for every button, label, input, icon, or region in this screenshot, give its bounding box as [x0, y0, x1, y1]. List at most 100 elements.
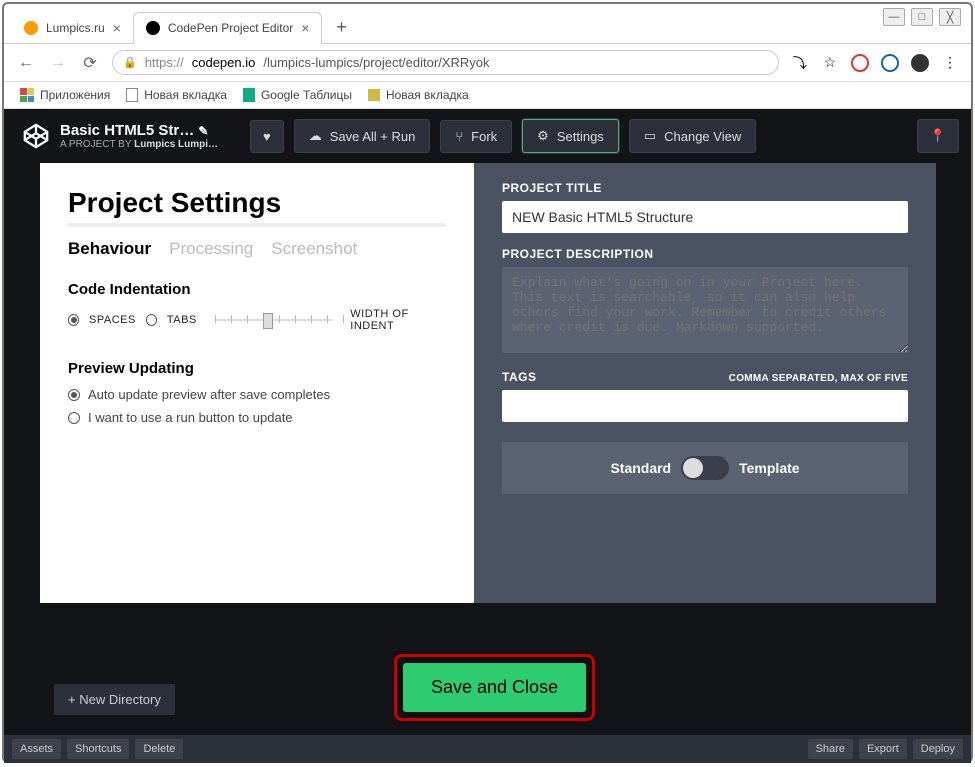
tab-close-icon[interactable]: × — [113, 20, 121, 36]
url-path: /lumpics-lumpics/project/editor/XRRyok — [263, 55, 489, 70]
tags-label: TAGS — [502, 370, 536, 384]
bookmark-label: Новая вкладка — [386, 88, 469, 102]
run-button-radio[interactable] — [68, 412, 80, 424]
delete-button[interactable]: Delete — [135, 739, 183, 759]
run-button-label: I want to use a run button to update — [88, 410, 293, 425]
project-by-label: A PROJECT BY — [60, 139, 134, 150]
pin-button[interactable]: 📍 — [917, 119, 959, 153]
new-directory-button[interactable]: + New Directory — [54, 684, 175, 715]
button-label: Settings — [557, 129, 604, 144]
window-minimize-button[interactable]: — — [883, 8, 905, 26]
back-button[interactable]: ← — [16, 54, 36, 72]
modal-tabs: Behaviour Processing Screenshot — [68, 239, 446, 259]
bookmark-label: Новая вкладка — [144, 88, 227, 102]
address-input[interactable]: 🔒 https:// codepen.io/lumpics-lumpics/pro… — [112, 50, 779, 75]
edit-title-icon[interactable]: ✎ — [198, 124, 208, 138]
auto-update-radio[interactable] — [68, 389, 80, 401]
assets-button[interactable]: Assets — [12, 739, 61, 759]
favicon-icon — [146, 21, 160, 35]
page-icon — [368, 89, 380, 101]
layout-icon: ▭ — [644, 128, 656, 144]
button-label: Fork — [471, 129, 497, 144]
url-scheme: https:// — [145, 55, 184, 70]
tab-close-icon[interactable]: × — [301, 20, 309, 36]
shortcuts-button[interactable]: Shortcuts — [67, 739, 129, 759]
window-close-button[interactable]: ╳ — [939, 8, 961, 26]
apps-icon — [20, 88, 34, 102]
globe-icon[interactable] — [881, 54, 899, 72]
bookmarks-bar: Приложения Новая вкладка Google Таблицы … — [4, 82, 971, 109]
cloud-icon: ☁ — [309, 128, 322, 144]
button-label: Save All + Run — [330, 129, 416, 144]
project-title-input[interactable] — [502, 201, 908, 233]
share-button[interactable]: Share — [808, 739, 853, 759]
tags-input[interactable] — [502, 390, 908, 422]
auto-update-label: Auto update preview after save completes — [88, 387, 330, 402]
tab-title: CodePen Project Editor — [168, 21, 293, 35]
bookmark-item[interactable]: Новая вкладка — [368, 88, 469, 102]
width-of-indent-label: WIDTH OF INDENT — [350, 308, 446, 332]
translate-icon[interactable]: ⤵ — [791, 54, 809, 72]
save-all-run-button[interactable]: ☁ Save All + Run — [294, 119, 431, 153]
bookmark-item[interactable]: Google Таблицы — [243, 88, 352, 102]
settings-button[interactable]: ⚙Settings — [522, 119, 619, 153]
spaces-radio[interactable] — [68, 314, 79, 326]
codepen-header: Basic HTML5 Str… ✎ A PROJECT BY Lumpics … — [4, 109, 971, 163]
heart-icon: ♥ — [263, 129, 271, 144]
opera-icon[interactable] — [851, 54, 869, 72]
apps-button[interactable]: Приложения — [20, 88, 110, 102]
bookmark-item[interactable]: Новая вкладка — [126, 88, 227, 102]
browser-menu-icon[interactable]: ⋮ — [941, 54, 959, 72]
pin-icon: 📍 — [930, 128, 946, 144]
document-icon — [126, 88, 138, 102]
tab-behaviour[interactable]: Behaviour — [68, 239, 151, 259]
bookmark-label: Google Таблицы — [261, 88, 352, 102]
url-host: codepen.io — [192, 55, 256, 70]
modal-title: Project Settings — [68, 187, 446, 219]
author-link[interactable]: Lumpics Lumpi… — [134, 139, 218, 150]
template-toggle[interactable] — [681, 456, 729, 480]
slider-thumb[interactable] — [263, 313, 273, 329]
fork-icon: ⑂ — [455, 129, 463, 144]
tab-lumpics[interactable]: Lumpics.ru × — [12, 12, 133, 44]
bookmark-star-icon[interactable]: ☆ — [821, 54, 839, 72]
url-bar: ← → ⟳ 🔒 https:// codepen.io/lumpics-lumpi… — [4, 44, 971, 82]
like-button[interactable]: ♥ — [250, 120, 284, 153]
bottom-toolbar: Assets Shortcuts Delete Share Export Dep… — [4, 735, 971, 763]
project-description-label: PROJECT DESCRIPTION — [502, 247, 908, 261]
project-title: Basic HTML5 Str… — [60, 122, 194, 139]
project-settings-modal: Project Settings Behaviour Processing Sc… — [40, 163, 936, 603]
new-tab-button[interactable]: + — [328, 15, 354, 41]
sheets-icon — [243, 88, 255, 102]
browser-tabs: Lumpics.ru × CodePen Project Editor × + — [4, 4, 971, 44]
project-description-textarea[interactable] — [502, 267, 908, 353]
tab-processing[interactable]: Processing — [169, 239, 253, 259]
code-indentation-heading: Code Indentation — [68, 281, 446, 298]
tab-screenshot[interactable]: Screenshot — [271, 239, 357, 259]
fork-button[interactable]: ⑂ Fork — [440, 120, 512, 153]
project-title-label: PROJECT TITLE — [502, 181, 908, 195]
divider — [68, 223, 446, 227]
tabs-radio[interactable] — [146, 314, 157, 326]
preview-updating-heading: Preview Updating — [68, 360, 446, 377]
window-maximize-button[interactable]: □ — [911, 8, 933, 26]
tab-codepen[interactable]: CodePen Project Editor × — [133, 12, 323, 44]
favicon-icon — [24, 21, 38, 35]
indent-width-slider[interactable] — [215, 311, 332, 329]
tab-title: Lumpics.ru — [46, 21, 105, 35]
save-close-highlight: Save and Close — [394, 654, 595, 721]
lock-icon: 🔒 — [123, 56, 137, 69]
template-label: Template — [739, 460, 799, 476]
forward-button[interactable]: → — [48, 54, 68, 72]
reload-button[interactable]: ⟳ — [80, 53, 100, 73]
save-and-close-button[interactable]: Save and Close — [403, 663, 586, 712]
template-toggle-card: Standard Template — [502, 442, 908, 494]
spaces-label: SPACES — [89, 314, 136, 326]
button-label: Change View — [664, 129, 741, 144]
profile-avatar[interactable] — [911, 54, 929, 72]
deploy-button[interactable]: Deploy — [913, 739, 963, 759]
change-view-button[interactable]: ▭ Change View — [629, 119, 756, 153]
export-button[interactable]: Export — [859, 739, 907, 759]
tags-hint: COMMA SEPARATED, MAX OF FIVE — [729, 373, 908, 384]
codepen-logo-icon[interactable] — [16, 116, 56, 156]
